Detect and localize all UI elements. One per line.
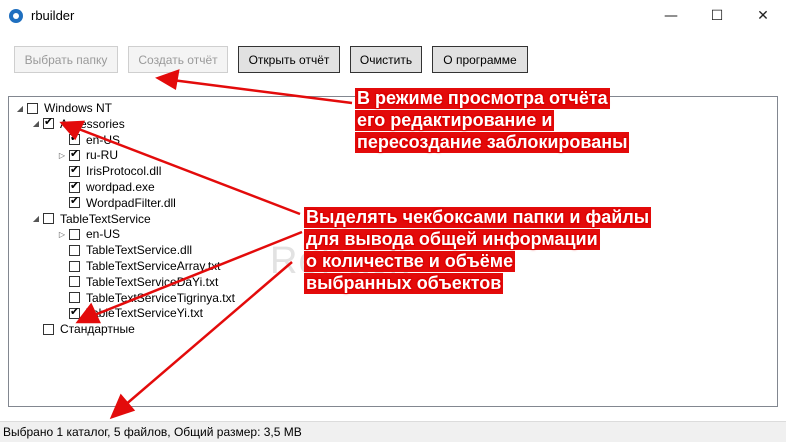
status-text: Выбрано 1 каталог, 5 файлов, Общий разме… [3,425,302,439]
arrow-to-yi-file [91,230,303,318]
arrow-to-create-report [171,78,353,105]
annotation-readonly-note: В режиме просмотра отчёта его редактиров… [355,88,630,153]
arrow-head-create-report [155,69,180,90]
annotation-checkbox-note: Выделять чекбоксами папки и файлы для вы… [304,207,652,294]
status-bar: Выбрано 1 каталог, 5 файлов, Общий разме… [0,421,786,442]
arrow-head-accessories [59,120,86,141]
arrow-head-yi-file [75,302,101,324]
arrow-to-accessories [75,126,301,216]
arrow-head-status [109,393,136,420]
arrow-to-status [123,261,293,407]
